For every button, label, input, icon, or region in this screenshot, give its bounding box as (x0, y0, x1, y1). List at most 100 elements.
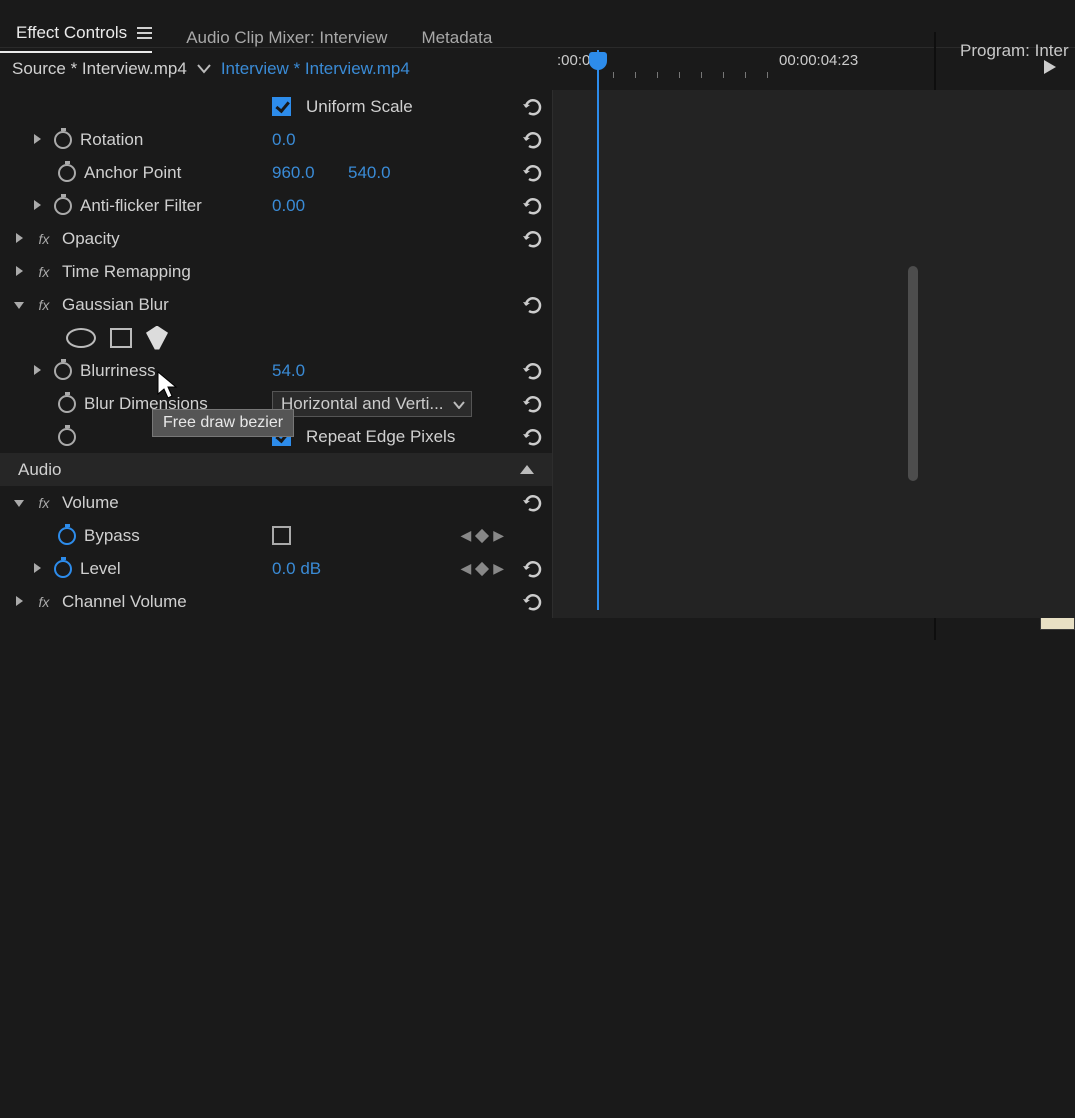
row-blur-dimensions: Blur Dimensions Horizontal and Verti... (0, 387, 552, 420)
twisty-icon[interactable] (12, 295, 26, 315)
fx-icon[interactable]: fx (34, 495, 54, 511)
row-channel-volume[interactable]: fx Channel Volume (0, 585, 552, 618)
time-start: :00:0 (557, 52, 590, 69)
add-keyframe-icon[interactable] (475, 528, 489, 542)
repeat-edge-label: Repeat Edge Pixels (306, 427, 455, 447)
row-volume[interactable]: fx Volume (0, 486, 552, 519)
fx-icon[interactable]: fx (34, 231, 54, 247)
rotation-value[interactable]: 0.0 (272, 130, 296, 150)
uniform-scale-checkbox[interactable] (272, 97, 291, 116)
fx-icon[interactable]: fx (34, 297, 54, 313)
source-clip[interactable]: Source * Interview.mp4 (12, 59, 187, 79)
row-bypass: Bypass ◀ ▶ (0, 519, 552, 552)
menu-icon[interactable] (137, 27, 152, 39)
twisty-icon[interactable] (12, 592, 26, 612)
ellipse-mask-tool[interactable] (66, 328, 96, 348)
reset-icon[interactable] (522, 426, 544, 448)
reset-icon[interactable] (522, 591, 544, 613)
reset-icon[interactable] (522, 96, 544, 118)
gaussian-blur-label: Gaussian Blur (62, 295, 169, 315)
reset-icon[interactable] (522, 360, 544, 382)
row-rotation: Rotation 0.0 (0, 123, 552, 156)
reset-icon[interactable] (522, 162, 544, 184)
fx-icon[interactable]: fx (34, 264, 54, 280)
time-end: 00:00:04:23 (779, 52, 858, 69)
stopwatch-icon[interactable] (58, 164, 76, 182)
bypass-checkbox[interactable] (272, 526, 291, 545)
tab-metadata[interactable]: Metadata (421, 28, 492, 48)
stopwatch-icon[interactable] (54, 362, 72, 380)
row-mask-tools (0, 321, 552, 354)
row-blurriness: Blurriness 54.0 (0, 354, 552, 387)
chevron-down-icon[interactable] (197, 59, 211, 79)
row-anchor-point: Anchor Point 960.0 540.0 (0, 156, 552, 189)
stopwatch-icon[interactable] (54, 131, 72, 149)
reset-icon[interactable] (522, 129, 544, 151)
prev-keyframe-icon[interactable]: ◀ (460, 560, 471, 577)
time-remap-label: Time Remapping (62, 262, 191, 282)
twisty-icon[interactable] (30, 196, 44, 216)
rectangle-mask-tool[interactable] (110, 328, 132, 348)
row-uniform-scale: Uniform Scale (0, 90, 552, 123)
collapse-up-icon[interactable] (520, 465, 534, 474)
next-keyframe-icon[interactable]: ▶ (493, 527, 504, 544)
bypass-label: Bypass (84, 526, 140, 546)
antiflicker-value[interactable]: 0.00 (272, 196, 305, 216)
add-keyframe-icon[interactable] (475, 561, 489, 575)
stopwatch-icon[interactable] (58, 527, 76, 545)
playhead-grip-icon[interactable] (589, 52, 607, 70)
tab-label: Effect Controls (16, 23, 127, 43)
reset-icon[interactable] (522, 294, 544, 316)
keyframe-nav: ◀ ▶ (460, 527, 504, 544)
twisty-icon[interactable] (12, 262, 26, 282)
opacity-label: Opacity (62, 229, 120, 249)
channel-volume-label: Channel Volume (62, 592, 187, 612)
anchor-label: Anchor Point (84, 163, 181, 183)
reset-icon[interactable] (522, 492, 544, 514)
prev-keyframe-icon[interactable]: ◀ (460, 527, 471, 544)
rotation-label: Rotation (80, 130, 143, 150)
blurriness-value[interactable]: 54.0 (272, 361, 305, 381)
reset-icon[interactable] (522, 195, 544, 217)
twisty-icon[interactable] (30, 559, 44, 579)
stopwatch-icon[interactable] (58, 395, 76, 413)
audio-label: Audio (18, 460, 61, 480)
timeline[interactable]: :00:0 00:00:04:23 (552, 90, 1075, 618)
blur-dim-label: Blur Dimensions (84, 394, 208, 414)
dropdown-value: Horizontal and Verti... (281, 394, 444, 414)
twisty-icon[interactable] (30, 361, 44, 381)
twisty-icon[interactable] (12, 229, 26, 249)
reset-icon[interactable] (522, 558, 544, 580)
audio-section-header[interactable]: Audio (0, 453, 552, 486)
level-value[interactable]: 0.0 dB (272, 559, 321, 579)
row-opacity[interactable]: fx Opacity (0, 222, 552, 255)
row-gaussian-blur[interactable]: fx Gaussian Blur (0, 288, 552, 321)
playhead[interactable] (597, 50, 599, 610)
uniform-scale-label: Uniform Scale (306, 97, 413, 117)
twisty-icon[interactable] (12, 493, 26, 513)
tab-audio-mixer[interactable]: Audio Clip Mixer: Interview (186, 28, 387, 48)
blurriness-label: Blurriness (80, 361, 156, 381)
reset-icon[interactable] (522, 228, 544, 250)
next-keyframe-icon[interactable]: ▶ (493, 560, 504, 577)
stopwatch-icon[interactable] (54, 560, 72, 578)
pen-mask-tool[interactable] (146, 326, 168, 350)
sequence-clip[interactable]: Interview * Interview.mp4 (221, 59, 410, 79)
tab-effect-controls[interactable]: Effect Controls (0, 23, 152, 53)
fx-icon[interactable]: fx (34, 594, 54, 610)
row-level: Level 0.0 dB ◀ ▶ (0, 552, 552, 585)
scrollbar-thumb[interactable] (908, 266, 918, 481)
reset-icon[interactable] (522, 393, 544, 415)
time-ruler[interactable]: :00:0 00:00:04:23 (553, 48, 1075, 80)
chevron-down-icon (453, 394, 465, 414)
twisty-icon[interactable] (30, 130, 44, 150)
level-label: Level (80, 559, 121, 579)
stopwatch-icon[interactable] (54, 197, 72, 215)
keyframe-nav: ◀ ▶ (460, 560, 504, 577)
row-time-remapping[interactable]: fx Time Remapping (0, 255, 552, 288)
anchor-x-value[interactable]: 960.0 (272, 163, 315, 183)
repeat-edge-checkbox[interactable] (272, 427, 291, 446)
blur-dimensions-dropdown[interactable]: Horizontal and Verti... (272, 391, 472, 417)
anchor-y-value[interactable]: 540.0 (348, 163, 391, 183)
stopwatch-icon[interactable] (58, 428, 76, 446)
